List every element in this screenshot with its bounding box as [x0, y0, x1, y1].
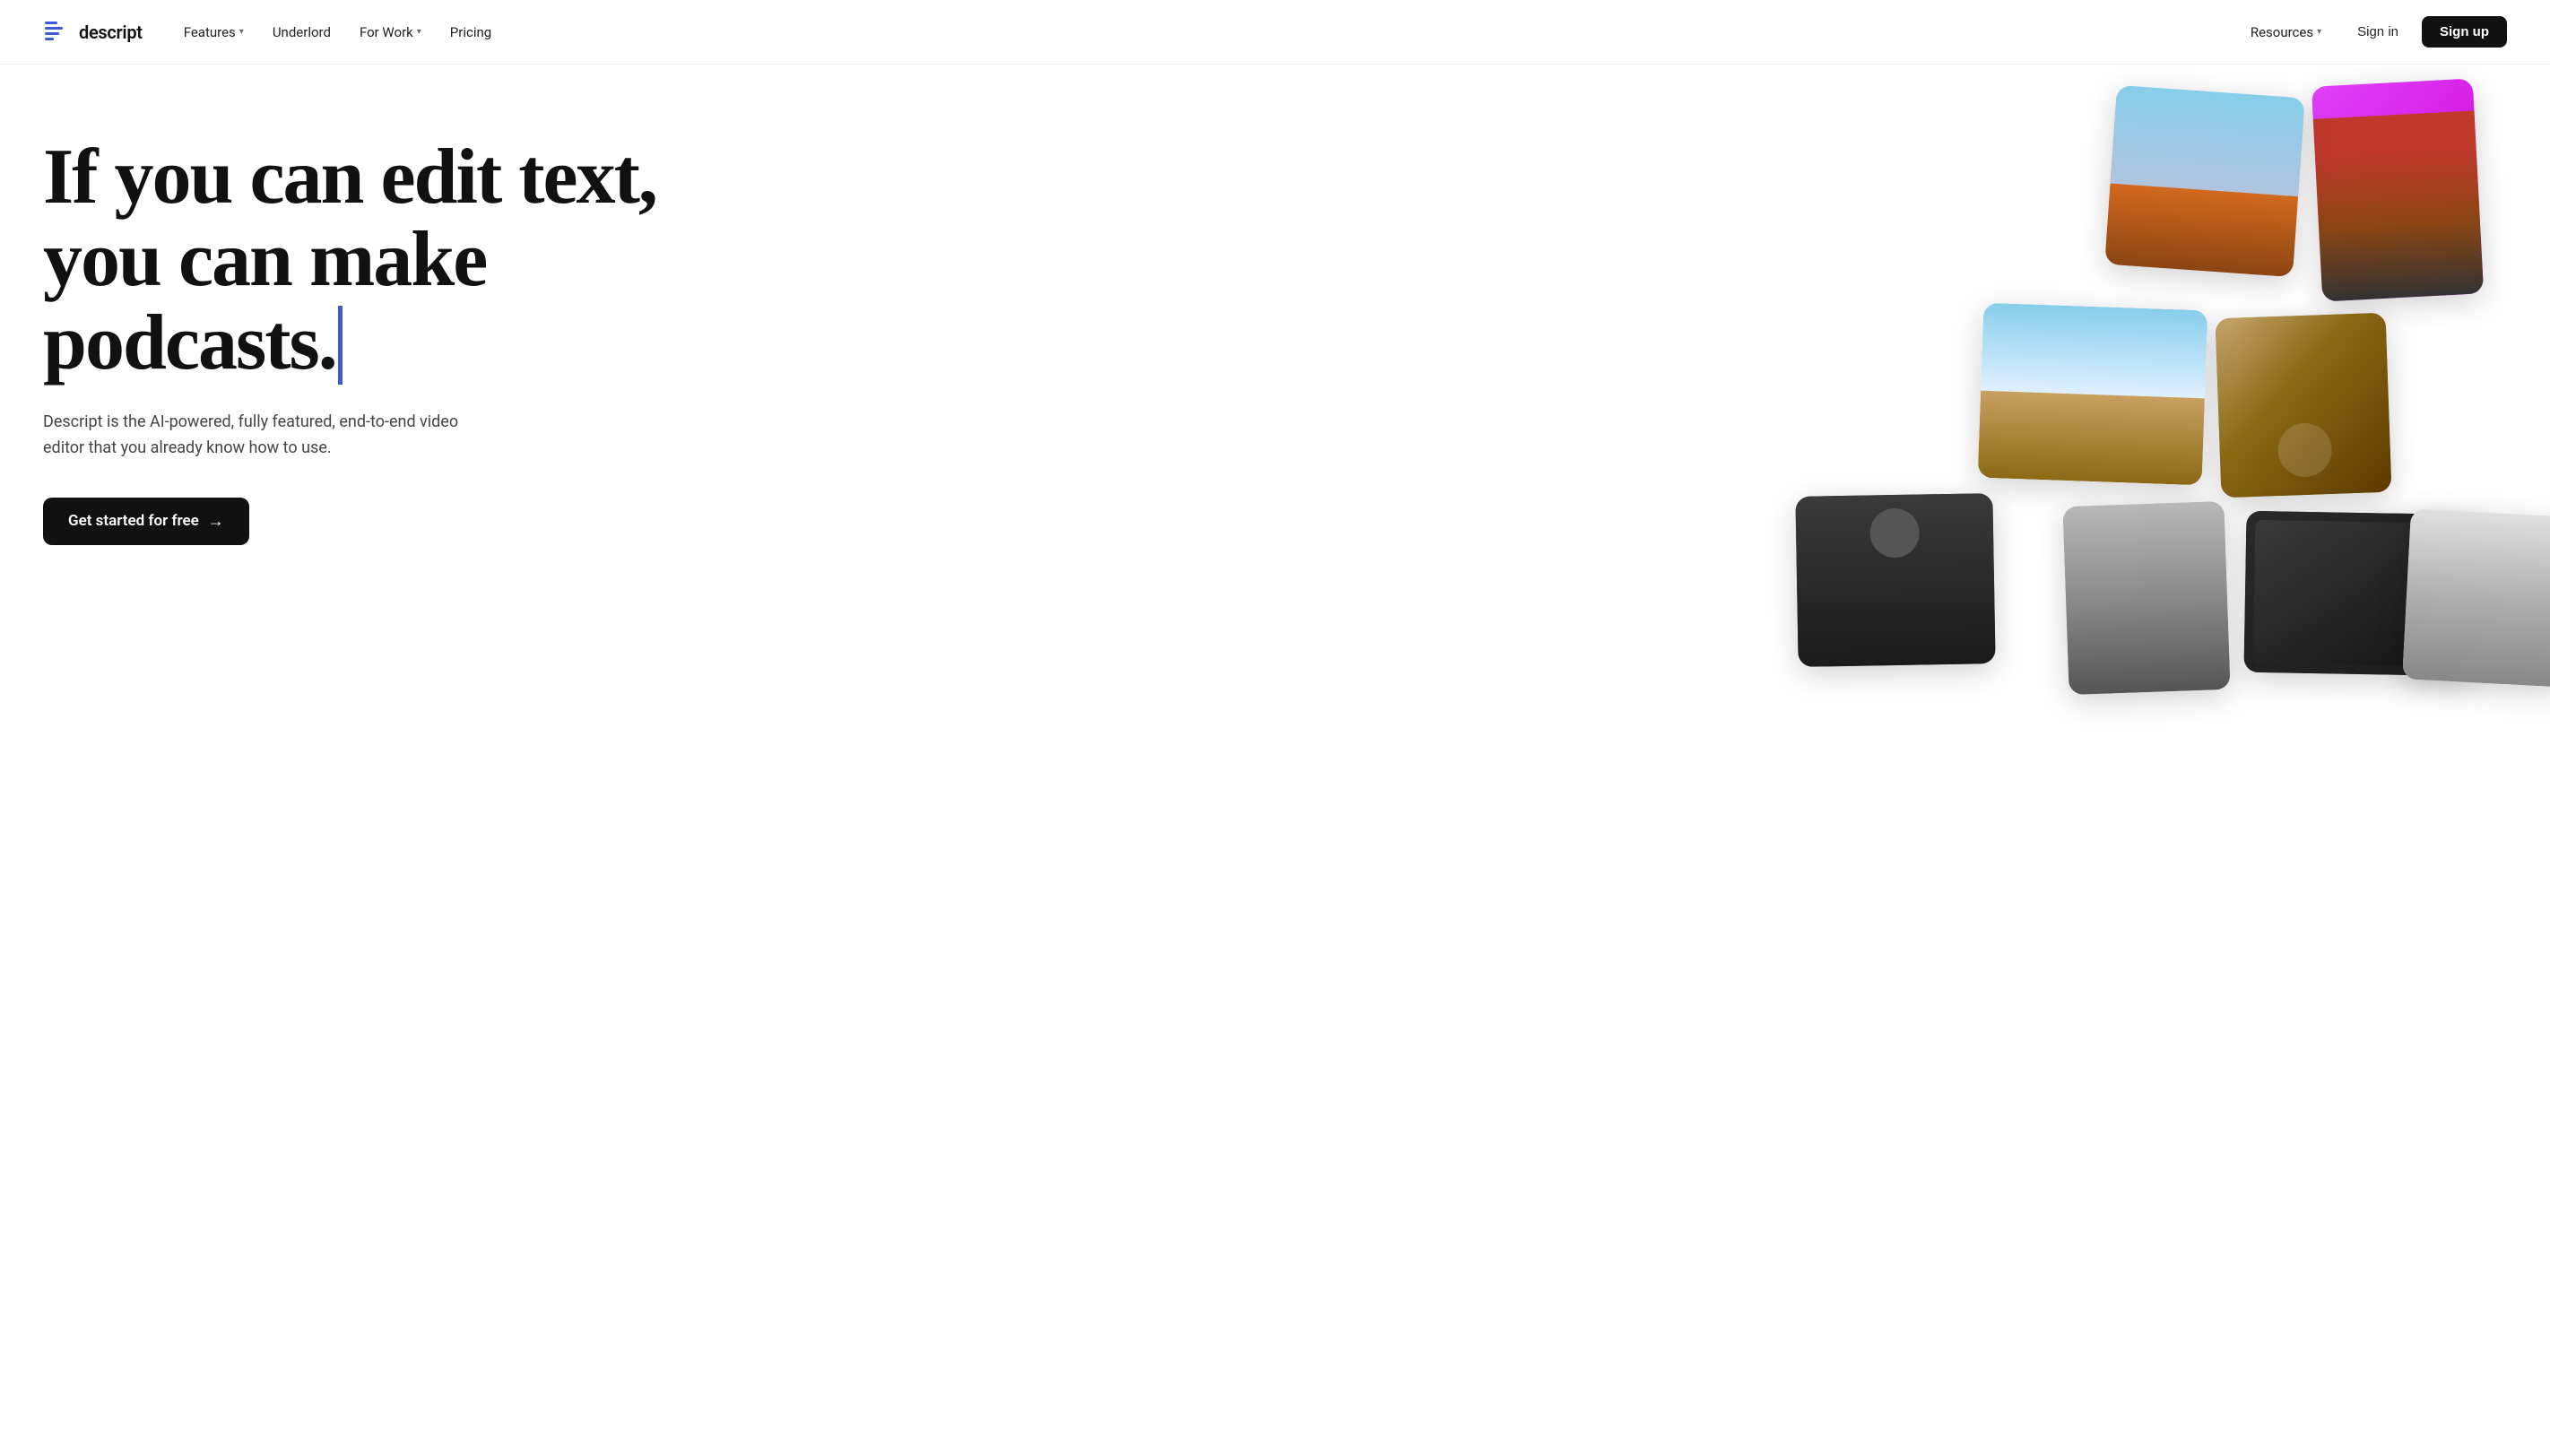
hero-section: If you can edit text, you can make podca… — [0, 65, 2550, 1456]
chevron-down-icon: ▾ — [239, 27, 244, 37]
nav-item-for-work[interactable]: For Work ▾ — [347, 17, 434, 48]
arrow-right-icon: → — [208, 512, 224, 531]
person-headphones-visual — [2402, 508, 2550, 687]
landscape-ground — [2104, 184, 2298, 277]
sign-in-button[interactable]: Sign in — [2341, 16, 2415, 48]
person-silhouette — [2313, 110, 2484, 301]
landscape-wide-ground — [1978, 390, 2205, 485]
text-cursor — [338, 306, 343, 385]
food-visual — [2216, 313, 2392, 498]
hero-image-card-6 — [2243, 511, 2479, 677]
hero-subtext: Descript is the AI-powered, fully featur… — [43, 410, 473, 462]
nav-item-resources[interactable]: Resources ▾ — [2238, 17, 2334, 48]
hero-image-card-1 — [2311, 78, 2484, 301]
hero-image-card-3 — [2216, 313, 2392, 498]
navbar: descript Features ▾ Underlord For Work ▾… — [0, 0, 2550, 65]
video-call-visual — [2243, 511, 2479, 677]
chevron-down-icon-resources: ▾ — [2317, 27, 2321, 37]
hero-image-card-7 — [2062, 501, 2230, 695]
hero-content: If you can edit text, you can make podca… — [43, 136, 671, 545]
chevron-down-icon-work: ▾ — [417, 27, 421, 37]
cta-get-started-button[interactable]: Get started for free → — [43, 498, 249, 545]
nav-item-features[interactable]: Features ▾ — [171, 17, 256, 48]
hero-image-collage — [1148, 65, 2550, 1456]
nav-item-pricing[interactable]: Pricing — [438, 17, 504, 48]
nav-right: Resources ▾ Sign in Sign up — [2238, 16, 2507, 48]
nav-item-underlord[interactable]: Underlord — [260, 17, 343, 48]
landscape-wide-sky — [1981, 303, 2207, 398]
hero-image-card-2 — [2104, 85, 2304, 277]
person-dark-visual — [2062, 501, 2230, 695]
hero-image-card-4 — [1978, 303, 2208, 486]
hero-image-card-5 — [1795, 493, 1995, 667]
landscape-sky — [2111, 85, 2305, 196]
hero-headline: If you can edit text, you can make podca… — [43, 136, 671, 385]
logo[interactable]: descript — [43, 18, 143, 47]
logo-text: descript — [79, 22, 143, 43]
descript-logo-icon — [43, 18, 72, 47]
person-glasses-visual — [1795, 493, 1995, 667]
sign-up-button[interactable]: Sign up — [2422, 16, 2507, 48]
nav-left: descript Features ▾ Underlord For Work ▾… — [43, 17, 504, 48]
nav-items: Features ▾ Underlord For Work ▾ Pricing — [171, 17, 505, 48]
hero-image-card-8 — [2402, 508, 2550, 687]
person-pink-bg — [2311, 78, 2484, 301]
